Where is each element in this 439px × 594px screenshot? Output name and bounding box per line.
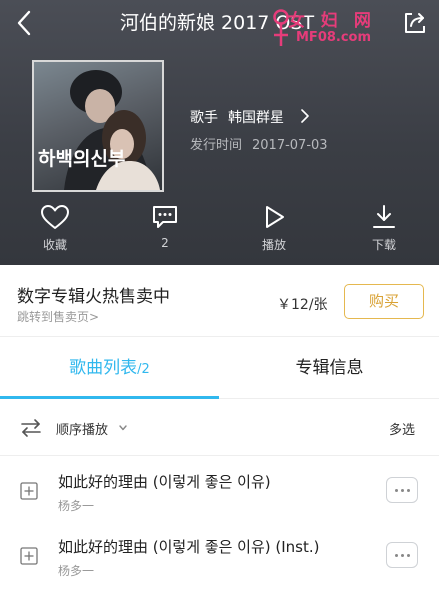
tab-song-list-label: 歌曲列表 [69,358,138,378]
favorite-button[interactable]: 收藏 [25,204,85,256]
play-label: 播放 [261,238,286,252]
download-icon [373,205,395,228]
play-icon [266,206,284,228]
song-title: 如此好的理由 (이렇게 좋은 이유) [58,473,271,491]
more-dot [407,489,410,492]
more-dot [401,489,404,492]
share-button[interactable] [402,10,428,36]
album-cover-text: 하백의신부 [38,148,126,170]
song-artist: 杨多一 [58,564,95,578]
play-options-bar: 顺序播放 多选 [0,400,439,456]
release-date: 发行时间 2017-07-03 [190,134,328,153]
tab-song-count: /2 [137,362,150,377]
artist-link[interactable]: 歌手 韩国群星 [190,107,284,127]
song-more-button[interactable] [386,477,418,503]
heart-icon [41,205,69,229]
play-order-dropdown[interactable]: 顺序播放 [56,419,108,438]
release-value: 2017-07-03 [252,138,328,153]
add-to-playlist-icon[interactable] [20,482,38,500]
album-price: ￥12/张 [277,297,328,313]
back-button[interactable] [10,8,40,38]
tab-album-info[interactable]: 专辑信息 [220,337,439,399]
watermark-line1: 女 妇 网 [288,11,376,31]
download-button[interactable]: 下载 [354,204,414,256]
song-artist: 杨多一 [58,499,95,513]
digital-album-promo[interactable]: 数字专辑火热售卖中 跳转到售卖页> ￥12/张 购买 [0,265,439,337]
comment-icon [153,206,177,228]
chevron-right-icon [301,109,309,123]
play-all-button[interactable]: 播放 [244,204,304,256]
more-dot [401,554,404,557]
multi-select-button[interactable]: 多选 [389,419,415,438]
promo-title: 数字专辑火热售卖中 [17,287,170,307]
chevron-down-icon [119,425,127,431]
list-item[interactable]: 如此好的理由 (이렇게 좋은 이유) 杨多一 [0,457,439,527]
share-icon [405,13,425,33]
watermark: 女 妇 网 MF08.com [270,6,406,54]
download-label: 下载 [371,238,396,252]
tab-song-list[interactable]: 歌曲列表/2 [0,337,219,399]
sequential-play-icon[interactable] [20,417,42,439]
promo-link[interactable]: 跳转到售卖页> [17,308,99,325]
buy-button[interactable]: 购买 [344,284,424,319]
chevron-left-icon [17,10,31,36]
add-to-playlist-icon[interactable] [20,547,38,565]
album-cover[interactable]: 하백의신부 [32,60,164,192]
album-tabs: 歌曲列表/2 专辑信息 [0,337,439,399]
artist-value: 韩国群星 [228,110,284,126]
album-header: 河伯的新娘 2017 OST 女 妇 网 MF08.com 하백의신부 歌手 韩国… [0,0,439,265]
release-key: 发行时间 [190,138,243,153]
comment-count: 2 [161,236,169,250]
artist-key: 歌手 [190,110,218,126]
list-item[interactable]: 如此好的理由 (이렇게 좋은 이유) (Inst.) 杨多一 [0,522,439,592]
song-more-button[interactable] [386,542,418,568]
more-dot [395,554,398,557]
more-dot [395,489,398,492]
more-dot [407,554,410,557]
watermark-line2: MF08.com [296,30,372,45]
song-title: 如此好的理由 (이렇게 좋은 이유) (Inst.) [58,538,320,556]
comment-button[interactable]: 2 [135,204,195,256]
active-tab-indicator [0,396,219,399]
favorite-label: 收藏 [42,238,67,252]
